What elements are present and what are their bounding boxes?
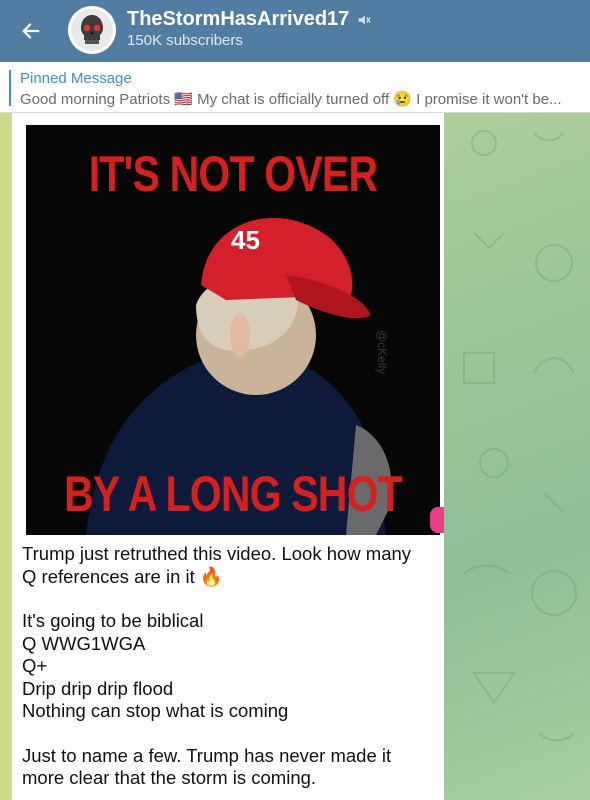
message-bubble[interactable]: @cKelly IT'S NOT OVER 45 BY A LONG SHOT …	[12, 113, 444, 800]
message-line: Q WWG1WGA	[22, 632, 146, 654]
message-line: Trump just retruthed this video. Look ho…	[22, 543, 412, 564]
speaker-muted-icon	[359, 15, 371, 24]
message-image[interactable]: @cKelly IT'S NOT OVER 45 BY A LONG SHOT	[26, 125, 440, 535]
chat-left-strip	[0, 113, 12, 800]
reaction-tab[interactable]	[430, 507, 444, 533]
message-line: Q references are in it 🔥	[22, 565, 223, 587]
image-top-text: IT'S NOT OVER	[88, 146, 378, 202]
pinned-label: Pinned Message	[20, 70, 132, 87]
pinned-indicator	[9, 70, 11, 106]
pinned-message-bar[interactable]: Pinned Message Good morning Patriots 🇺🇸 …	[0, 62, 590, 113]
channel-header: TheStormHasArrived17 150K subscribers	[0, 0, 590, 62]
message-line: It's going to be biblical	[22, 610, 204, 631]
svg-text:@cKelly: @cKelly	[375, 330, 389, 374]
channel-title-row[interactable]: TheStormHasArrived17	[127, 8, 371, 31]
message-line: Just to name a few. Trump has never made…	[22, 744, 392, 766]
message-line: Q+	[22, 655, 48, 676]
message-line: Nothing can stop what is coming	[22, 700, 289, 721]
message-text: Trump just retruthed this video. Look ho…	[22, 543, 438, 790]
channel-avatar[interactable]	[68, 6, 116, 54]
skull-avatar-icon	[71, 9, 113, 51]
wallpaper-pattern	[463, 130, 577, 742]
channel-name: TheStormHasArrived17	[127, 8, 350, 30]
message-line: more clear that the storm is coming.	[22, 767, 317, 788]
image-bottom-text: BY A LONG SHOT	[64, 466, 403, 522]
pinned-text: Good morning Patriots 🇺🇸 My chat is offi…	[20, 91, 562, 108]
cap-number: 45	[231, 225, 260, 255]
subscriber-count: 150K subscribers	[127, 32, 243, 49]
chat-background: @cKelly IT'S NOT OVER 45 BY A LONG SHOT …	[0, 113, 590, 800]
arrow-left-icon	[22, 23, 40, 39]
message-line: Drip drip drip flood	[22, 677, 174, 699]
back-button[interactable]	[16, 16, 46, 46]
